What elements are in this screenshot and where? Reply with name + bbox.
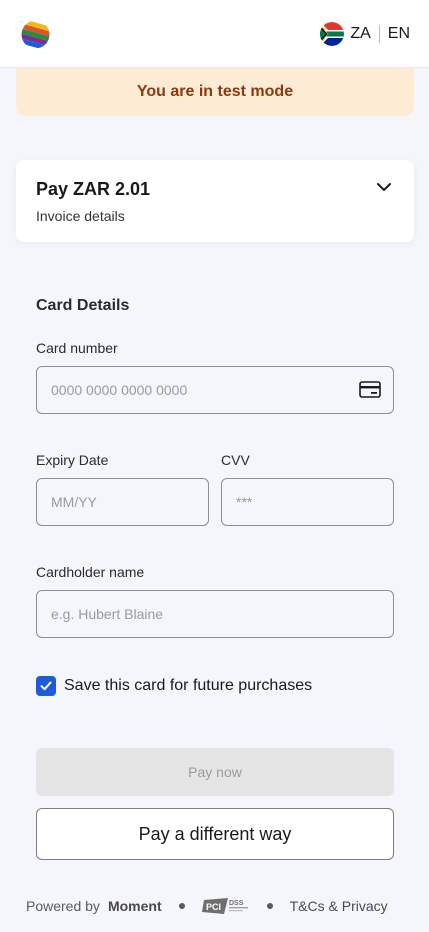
footer: Powered by Moment PCI DSS T&Cs & Privacy [26,894,406,918]
pay-now-button[interactable]: Pay now [36,748,394,796]
brand-name[interactable]: Moment [108,898,162,914]
card-details-title: Card Details [36,297,130,314]
svg-text:DSS: DSS [229,900,244,907]
test-mode-text: You are in test mode [136,83,294,100]
cardholder-name-input[interactable] [36,590,394,638]
country-code: ZA [350,25,371,42]
cardholder-name-label: Cardholder name [36,564,145,580]
card-number-input[interactable] [36,366,394,414]
invoice-details-label: Invoice details [36,208,125,224]
test-mode-banner: You are in test mode [16,68,414,116]
cvv-label: CVV [221,452,250,468]
svg-text:PCI: PCI [206,902,221,912]
pci-dss-logo-icon: PCI DSS [201,898,248,914]
footer-separator [178,903,185,909]
south-africa-flag-icon [320,22,345,46]
locale-divider [378,25,380,43]
chevron-down-icon[interactable] [375,178,393,196]
save-card-option[interactable]: Save this card for future purchases [36,676,312,696]
footer-separator [266,903,273,909]
brand-logo-icon [21,20,50,49]
pay-different-way-button[interactable]: Pay a different way [36,808,394,860]
terms-privacy-link[interactable]: T&Cs & Privacy [290,898,388,914]
save-card-checkbox[interactable] [36,676,56,696]
save-card-label: Save this card for future purchases [64,677,313,694]
language-code: EN [387,25,410,42]
top-header: ZA EN [0,0,429,68]
payment-amount: Pay ZAR 2.01 [36,179,151,199]
cvv-input[interactable] [221,478,394,526]
card-number-label: Card number [36,340,118,356]
payment-summary-card[interactable]: Pay ZAR 2.01 Invoice details [16,160,414,242]
powered-by-text: Powered by [26,898,100,914]
locale-selector[interactable]: ZA EN [320,21,410,47]
credit-card-icon [359,381,381,398]
expiry-date-input[interactable] [36,478,209,526]
expiry-date-label: Expiry Date [36,452,109,468]
checkmark-icon [40,681,52,691]
